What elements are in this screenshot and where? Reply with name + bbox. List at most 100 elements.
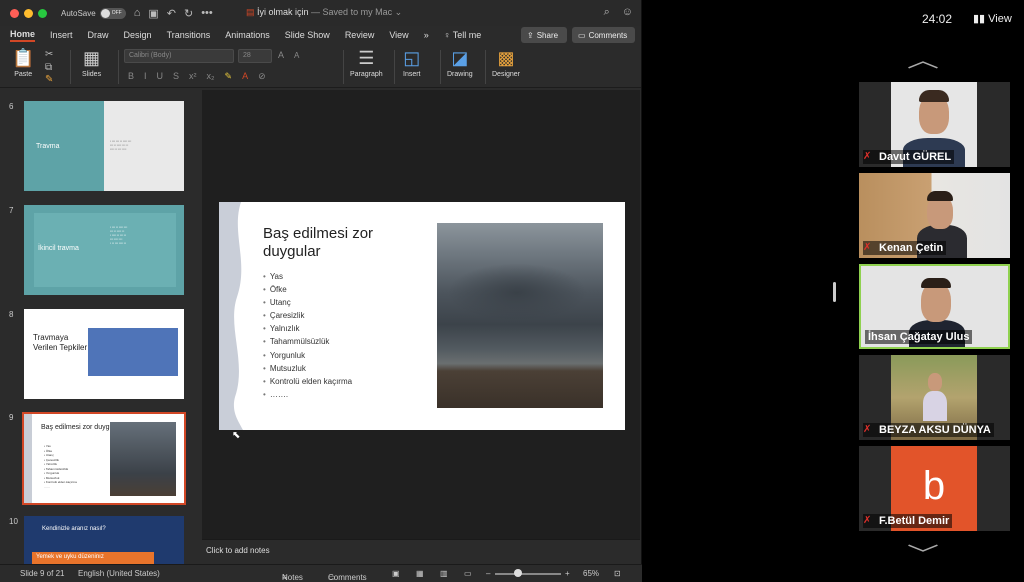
storm-photo[interactable] [437, 223, 603, 408]
clear-format-icon[interactable]: ⊘ [258, 71, 266, 82]
subscript-icon[interactable]: x₂ [207, 71, 215, 82]
slide-thumbnail-8[interactable]: Travmaya Verilen Tepkiler [24, 309, 184, 399]
format-row: B I U S x² x₂ ✎ A ⊘ [128, 71, 266, 82]
designer-button[interactable]: ▩ Designer [492, 48, 520, 78]
strikethrough-icon[interactable]: S [173, 71, 179, 82]
tab-insert[interactable]: Insert [50, 30, 73, 40]
window-controls [10, 8, 47, 18]
home-icon[interactable]: ⌂ [134, 7, 141, 19]
zoom-in-icon[interactable]: + [565, 569, 570, 578]
tab-view[interactable]: View [389, 30, 408, 40]
zoom-level[interactable]: 65% [583, 569, 599, 578]
slide-title[interactable]: Baş edilmesi zor duygular [263, 225, 413, 261]
participant-tile[interactable]: ✗ BEYZA AKSU DÜNYA [859, 355, 1010, 440]
comments-status-label: Comments [328, 573, 367, 582]
redo-icon[interactable]: ↻ [184, 7, 193, 20]
insert-label: Insert [403, 71, 421, 78]
cut-icon[interactable]: ✂ [45, 49, 53, 60]
comments-button[interactable]: ▭ Comments [572, 27, 635, 43]
save-icon[interactable]: ▣ [148, 7, 158, 20]
account-icon[interactable]: ☺ [622, 6, 633, 19]
ribbon-separator [118, 50, 119, 84]
panel-drag-handle[interactable] [833, 282, 836, 302]
slide-thumbnails-pane: 6 Travma ▪ ▪▪▪ ▪▪▪ ▪▪ ▪▪▪▪ ▪▪▪ ▪▪▪ ▪▪ ▪▪▪… [0, 90, 200, 564]
font-color-icon[interactable]: A [242, 71, 248, 82]
slideshow-icon[interactable]: ▭ [464, 569, 472, 578]
drawing-button[interactable]: ◪ Drawing [447, 48, 473, 78]
paragraph-button[interactable]: ☰ Paragraph [350, 48, 383, 78]
slide-editor: Baş edilmesi zor duygular Yas Öfke Utanç… [202, 90, 640, 539]
bullet-item: Çaresizlik [263, 309, 352, 322]
tab-slide-show[interactable]: Slide Show [285, 30, 330, 40]
bold-icon[interactable]: B [128, 71, 134, 82]
participant-name: İhsan Çağatay Ulus [865, 330, 973, 344]
new-slide-icon: ▦ [83, 48, 101, 68]
slide-sorter-icon[interactable]: ▦ [416, 569, 424, 578]
participant-name: Davut GÜREL [863, 150, 955, 164]
zoom-slider-knob[interactable] [514, 569, 522, 577]
increase-font-icon[interactable]: A [278, 50, 284, 60]
highlight-icon[interactable]: ✎ [225, 71, 233, 82]
document-title[interactable]: ▤ İyi olmak için — Saved to my Mac ⌄ [246, 7, 402, 18]
italic-icon[interactable]: I [144, 71, 147, 82]
view-button[interactable]: ▮▮ View [973, 12, 1012, 25]
tab-home[interactable]: Home [10, 29, 36, 42]
search-icon[interactable]: ⌕ [604, 6, 610, 19]
slide-thumbnail-9-selected[interactable]: Baş edilmesi zor duygular • Yas • Öfke • U… [22, 412, 186, 505]
slide-thumbnail-10[interactable]: Kendinizle aranız nasıl? Yemek ve uyku d… [24, 516, 184, 564]
underline-icon[interactable]: U [157, 71, 164, 82]
font-name-select[interactable]: Calibri (Body) [124, 49, 234, 63]
tell-me-search[interactable]: ♀ Tell me [444, 30, 482, 40]
tab-design[interactable]: Design [124, 30, 152, 40]
reading-view-icon[interactable]: ▥ [440, 569, 448, 578]
participant-tile-active-speaker[interactable]: İhsan Çağatay Ulus [859, 264, 1010, 349]
thumbnail-orange-box: Yemek ve uyku düzeninız [32, 552, 154, 564]
insert-button[interactable]: ◱ Insert [403, 48, 421, 78]
more-options-icon[interactable]: ••• [201, 7, 213, 19]
paste-button[interactable]: 📋 Paste [12, 48, 34, 78]
minimize-window-button[interactable] [24, 8, 33, 18]
participant-tile[interactable]: b ✗ F.Betül Demir [859, 446, 1010, 531]
bullet-item: Öfke [263, 283, 352, 296]
format-painter-icon[interactable]: ✎ [45, 74, 53, 85]
thumbnail-bullets: • Yas • Öfke • Utanç • Çaresizlik • Yalnızlı… [44, 444, 77, 489]
autosave-toggle[interactable]: OFF [99, 7, 126, 19]
font-size-select[interactable]: 28 [238, 49, 272, 63]
muted-mic-icon: ✗ [863, 242, 872, 253]
slide-thumbnail-7[interactable]: İkincil travma ▪ ▪▪▪ ▪▪ ▪▪▪▪ ▪▪▪ ▪▪▪ ▪▪ ▪… [24, 205, 184, 295]
tab-review[interactable]: Review [345, 30, 375, 40]
autosave-control[interactable]: AutoSave OFF [61, 7, 126, 19]
thumbnail-title: Travma [36, 143, 60, 150]
slides-button[interactable]: ▦ Slides [82, 48, 101, 78]
comment-icon: ▭ [578, 30, 586, 40]
undo-icon[interactable]: ↶ [167, 7, 176, 20]
title-bar: AutoSave OFF ⌂ ▣ ↶ ↻ ••• ▤ İyi olmak içi… [0, 0, 641, 26]
decrease-font-icon[interactable]: A [294, 51, 299, 60]
close-window-button[interactable] [10, 8, 19, 18]
fit-slide-icon[interactable]: ⊡ [614, 569, 621, 578]
maximize-window-button[interactable] [38, 8, 47, 18]
video-call-panel: 24:02 ▮▮ View ︿ ✗ Davut GÜREL ✗ Kenan Çe… [643, 0, 1024, 582]
slide-thumbnail-6[interactable]: Travma ▪ ▪▪▪ ▪▪▪ ▪▪ ▪▪▪▪ ▪▪▪ ▪▪▪ ▪▪ ▪▪▪▪ … [24, 101, 184, 191]
tab-transitions[interactable]: Transitions [167, 30, 211, 40]
notes-pane[interactable]: Click to add notes [202, 539, 640, 564]
copy-icon[interactable]: ⧉ [45, 62, 52, 73]
share-button[interactable]: ⇪ Share [521, 27, 567, 43]
tab-draw[interactable]: Draw [88, 30, 109, 40]
chevron-up-icon[interactable]: ︿ [907, 44, 939, 73]
participant-tile[interactable]: ✗ Davut GÜREL [859, 82, 1010, 167]
zoom-slider[interactable] [495, 573, 561, 575]
participant-name: BEYZA AKSU DÜNYA [863, 423, 994, 437]
tab-animations[interactable]: Animations [225, 30, 270, 40]
tabs-overflow-icon[interactable]: » [424, 30, 429, 40]
slide-bullet-list[interactable]: Yas Öfke Utanç Çaresizlik Yalnızlık Taha… [263, 270, 352, 401]
thumbnail-wave [24, 414, 32, 503]
superscript-icon[interactable]: x² [189, 71, 197, 82]
language[interactable]: English (United States) [78, 569, 160, 578]
chevron-down-icon[interactable]: ﹀ [907, 538, 939, 567]
thumbnail-number: 7 [9, 206, 14, 215]
zoom-out-icon[interactable]: – [486, 569, 490, 578]
current-slide[interactable]: Baş edilmesi zor duygular Yas Öfke Utanç… [219, 202, 625, 430]
normal-view-icon[interactable]: ▣ [392, 569, 400, 578]
participant-tile[interactable]: ✗ Kenan Çetin [859, 173, 1010, 258]
